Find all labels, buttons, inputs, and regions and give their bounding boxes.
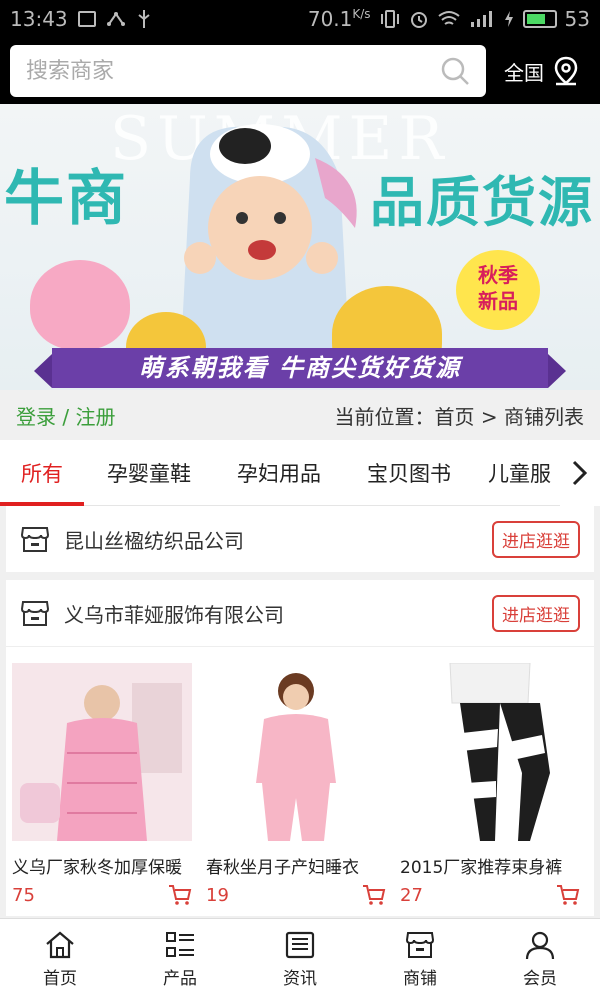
product-card[interactable]: 2015厂家推荐束身裤 27 [400,662,580,906]
nav-shops[interactable]: 商铺 [360,919,480,1000]
product-name[interactable]: 春秋坐月子产妇睡衣 [206,853,386,878]
product-image[interactable] [206,663,386,841]
nav-home[interactable]: 首页 [0,919,120,1000]
product-image[interactable] [400,662,580,841]
breadcrumb: 当前位置：首页 > 商铺列表 [334,404,584,429]
enter-shop-button[interactable]: 进店逛逛 [492,520,580,558]
location-pin-icon [554,56,578,86]
nav-products[interactable]: 产品 [120,919,240,1000]
region-selector[interactable]: 全国 [504,56,580,86]
battery-level: 53 [564,7,590,31]
shop-icon [405,932,435,958]
vibrate-icon [380,10,399,28]
alarm-icon [410,12,427,28]
nav-member[interactable]: 会员 [480,919,600,1000]
autumn-new-badge: 秋季 新品 [456,250,540,330]
search-input[interactable] [26,58,440,84]
banner-left-title: 牛商 [4,164,128,234]
bottom-nav: 首页 产品 资讯 商铺 会员 [0,918,600,1000]
chevron-right-icon [572,460,588,486]
cart-icon[interactable] [556,884,580,906]
shop-card[interactable]: 义乌市菲娅服饰有限公司 进店逛逛 义乌厂家秋冬加厚保暖 75 春秋坐月子产妇睡衣… [6,580,594,916]
product-card[interactable]: 义乌厂家秋冬加厚保暖 75 [12,663,192,906]
share-icon [106,12,125,26]
nav-label: 产品 [163,969,197,989]
wifi-icon [437,11,460,25]
badge-line-2: 新品 [478,289,518,313]
gallery-icon [77,11,96,27]
search-box[interactable] [10,45,486,97]
list-icon [166,932,194,957]
news-icon [285,931,315,959]
product-price: 27 [400,884,423,906]
nav-label: 首页 [43,969,77,989]
nav-label: 会员 [523,969,557,989]
shop-name[interactable]: 昆山丝楹纺织品公司 [64,525,244,554]
search-header: 全国 [0,38,600,104]
product-name[interactable]: 2015厂家推荐束身裤 [400,853,580,878]
status-bar: 13:43 70.1K/s 53 [0,0,600,38]
search-icon[interactable] [440,56,470,86]
tab-kids-clothing[interactable]: 儿童服 [474,440,564,506]
pig-hood-image [30,260,130,350]
shop-name[interactable]: 义乌市菲娅服饰有限公司 [64,599,284,628]
product-name[interactable]: 义乌厂家秋冬加厚保暖 [12,853,192,878]
storefront-icon [20,601,50,626]
net-speed: 70.1K/s [307,7,371,31]
cart-icon[interactable] [168,884,192,906]
product-price: 75 [12,884,35,906]
home-icon [46,931,74,959]
breadcrumb-row: 登录 / 注册 当前位置：首页 > 商铺列表 [0,390,600,440]
tabs-scroll-button[interactable] [560,440,600,506]
status-time: 13:43 [10,7,68,31]
region-label: 全国 [504,60,544,85]
badge-line-1: 秋季 [478,263,518,287]
cart-icon[interactable] [362,884,386,906]
shop-card[interactable]: 昆山丝楹纺织品公司 进店逛逛 [6,506,594,572]
enter-shop-button[interactable]: 进店逛逛 [492,594,580,632]
battery-icon [522,10,557,28]
login-register-link[interactable]: 登录 / 注册 [16,401,115,430]
signal-icon [470,11,492,27]
category-tabs: 所有 孕婴童鞋 孕妇用品 宝贝图书 儿童服 [0,440,600,506]
nav-news[interactable]: 资讯 [240,919,360,1000]
promo-banner[interactable]: SUMMER 牛商 品质货源 秋季 新品 萌系朝我看 牛商尖货好货源 [0,104,600,390]
tab-books[interactable]: 宝贝图书 [344,440,474,506]
product-card[interactable]: 春秋坐月子产妇睡衣 19 [206,663,386,906]
tab-all[interactable]: 所有 [0,440,84,506]
storefront-icon [20,527,50,552]
shop-header: 昆山丝楹纺织品公司 进店逛逛 [6,506,594,572]
user-icon [525,931,555,960]
product-list: 义乌厂家秋冬加厚保暖 75 春秋坐月子产妇睡衣 19 2015厂家推荐束身裤 2… [6,646,594,916]
nav-label: 商铺 [403,969,437,989]
product-price: 19 [206,884,229,906]
nav-label: 资讯 [283,969,317,989]
charging-icon [504,11,513,27]
usb-icon [138,10,150,28]
product-image[interactable] [12,663,192,841]
banner-ribbon: 萌系朝我看 牛商尖货好货源 [34,348,566,388]
tab-maternity[interactable]: 孕妇用品 [214,440,344,506]
shop-header: 义乌市菲娅服饰有限公司 进店逛逛 [6,580,594,646]
tab-baby-shoes[interactable]: 孕婴童鞋 [84,440,214,506]
